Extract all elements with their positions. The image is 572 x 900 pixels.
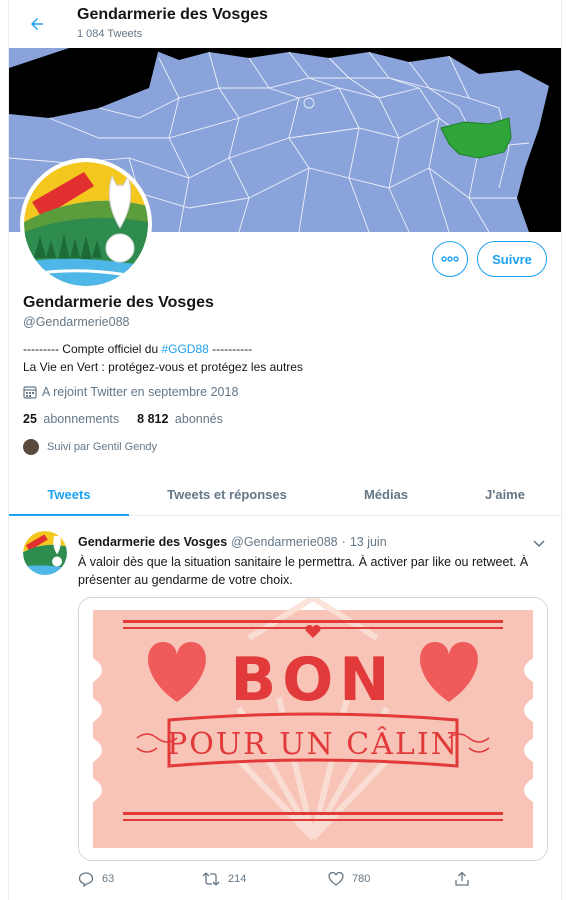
share-icon xyxy=(455,871,469,886)
profile-page: Gendarmerie des Vosges 1 084 Tweets Suiv… xyxy=(8,0,562,900)
bio-line-2: La Vie en Vert : protégez-vous et protég… xyxy=(23,360,303,374)
profile-name: Gendarmerie des Vosges xyxy=(23,294,214,311)
retweet-icon xyxy=(202,872,220,886)
profile-avatar[interactable] xyxy=(20,158,152,290)
followed-by[interactable]: Suivi par Gentil Gendy xyxy=(23,439,157,455)
bio-text-after: ---------- xyxy=(208,342,253,356)
top-bar: Gendarmerie des Vosges 1 084 Tweets xyxy=(9,0,561,48)
follow-stats: 25 abonnements 8 812 abonnés xyxy=(23,412,223,426)
more-icon xyxy=(441,256,459,262)
reply-button[interactable]: 63 xyxy=(78,871,114,887)
tab-tweets-and-replies[interactable]: Tweets et réponses xyxy=(129,472,325,516)
caret-down-icon[interactable] xyxy=(531,535,547,551)
back-arrow-icon xyxy=(31,18,43,30)
followed-by-text: Suivi par Gentil Gendy xyxy=(47,441,158,453)
share-button[interactable] xyxy=(454,871,470,887)
like-button[interactable]: 780 xyxy=(328,871,370,887)
tweet-actions: 63 214 780 xyxy=(78,871,548,891)
coupon-subtitle: POUR UN CÂLIN xyxy=(167,726,459,762)
tweet-author-name[interactable]: Gendarmerie des Vosges xyxy=(78,535,227,549)
like-count: 780 xyxy=(352,873,371,885)
tweet-avatar[interactable] xyxy=(23,531,67,575)
following-label: abonnements xyxy=(43,412,120,426)
calendar-icon xyxy=(23,386,37,399)
retweet-count: 214 xyxy=(228,873,247,885)
followers-link[interactable]: 8 812 abonnés xyxy=(137,412,223,426)
tweet-separator: · xyxy=(341,535,346,549)
reply-count: 63 xyxy=(102,873,115,885)
hashtag-link[interactable]: #GGD88 xyxy=(161,342,208,356)
joined-text: A rejoint Twitter en septembre 2018 xyxy=(42,385,239,399)
tab-media[interactable]: Médias xyxy=(325,472,447,516)
follow-button[interactable]: Suivre xyxy=(477,241,547,277)
back-button[interactable] xyxy=(23,10,51,38)
follower-avatar xyxy=(23,439,39,455)
gendarmerie-logo xyxy=(24,162,148,286)
following-count: 25 xyxy=(23,412,37,426)
tweet-author-handle[interactable]: @Gendarmerie088 xyxy=(231,535,338,549)
tab-tweets[interactable]: Tweets xyxy=(9,472,129,516)
tweet[interactable]: Gendarmerie des Vosges @Gendarmerie088 ·… xyxy=(9,517,561,900)
tweet-header: Gendarmerie des Vosges @Gendarmerie088 ·… xyxy=(78,535,387,549)
like-icon xyxy=(328,871,344,886)
tweet-text: À valoir dès que la situation sanitaire … xyxy=(78,555,529,587)
coupon-image: BON POUR UN CÂLIN xyxy=(79,598,547,860)
gendarmerie-logo-small xyxy=(23,531,67,575)
joined-date: A rejoint Twitter en septembre 2018 xyxy=(23,385,238,399)
coupon-title: BON xyxy=(231,645,396,715)
tweet-date[interactable]: 13 juin xyxy=(350,535,387,549)
tweet-image[interactable]: BON POUR UN CÂLIN xyxy=(78,597,548,861)
bio-text-before: --------- Compte officiel du xyxy=(23,342,162,356)
more-options-button[interactable] xyxy=(432,241,468,277)
profile-tabs: Tweets Tweets et réponses Médias J'aime xyxy=(9,472,561,516)
header-tweet-count: 1 084 Tweets xyxy=(77,28,143,40)
following-link[interactable]: 25 abonnements xyxy=(23,412,119,426)
reply-icon xyxy=(78,872,94,887)
profile-handle: @Gendarmerie088 xyxy=(23,315,130,329)
followers-label: abonnés xyxy=(174,412,223,426)
header-title: Gendarmerie des Vosges xyxy=(77,6,268,23)
retweet-button[interactable]: 214 xyxy=(202,871,246,887)
followers-count: 8 812 xyxy=(137,412,169,426)
bio-line-1: --------- Compte officiel du #GGD88 ----… xyxy=(23,342,252,356)
tab-likes[interactable]: J'aime xyxy=(447,472,561,516)
